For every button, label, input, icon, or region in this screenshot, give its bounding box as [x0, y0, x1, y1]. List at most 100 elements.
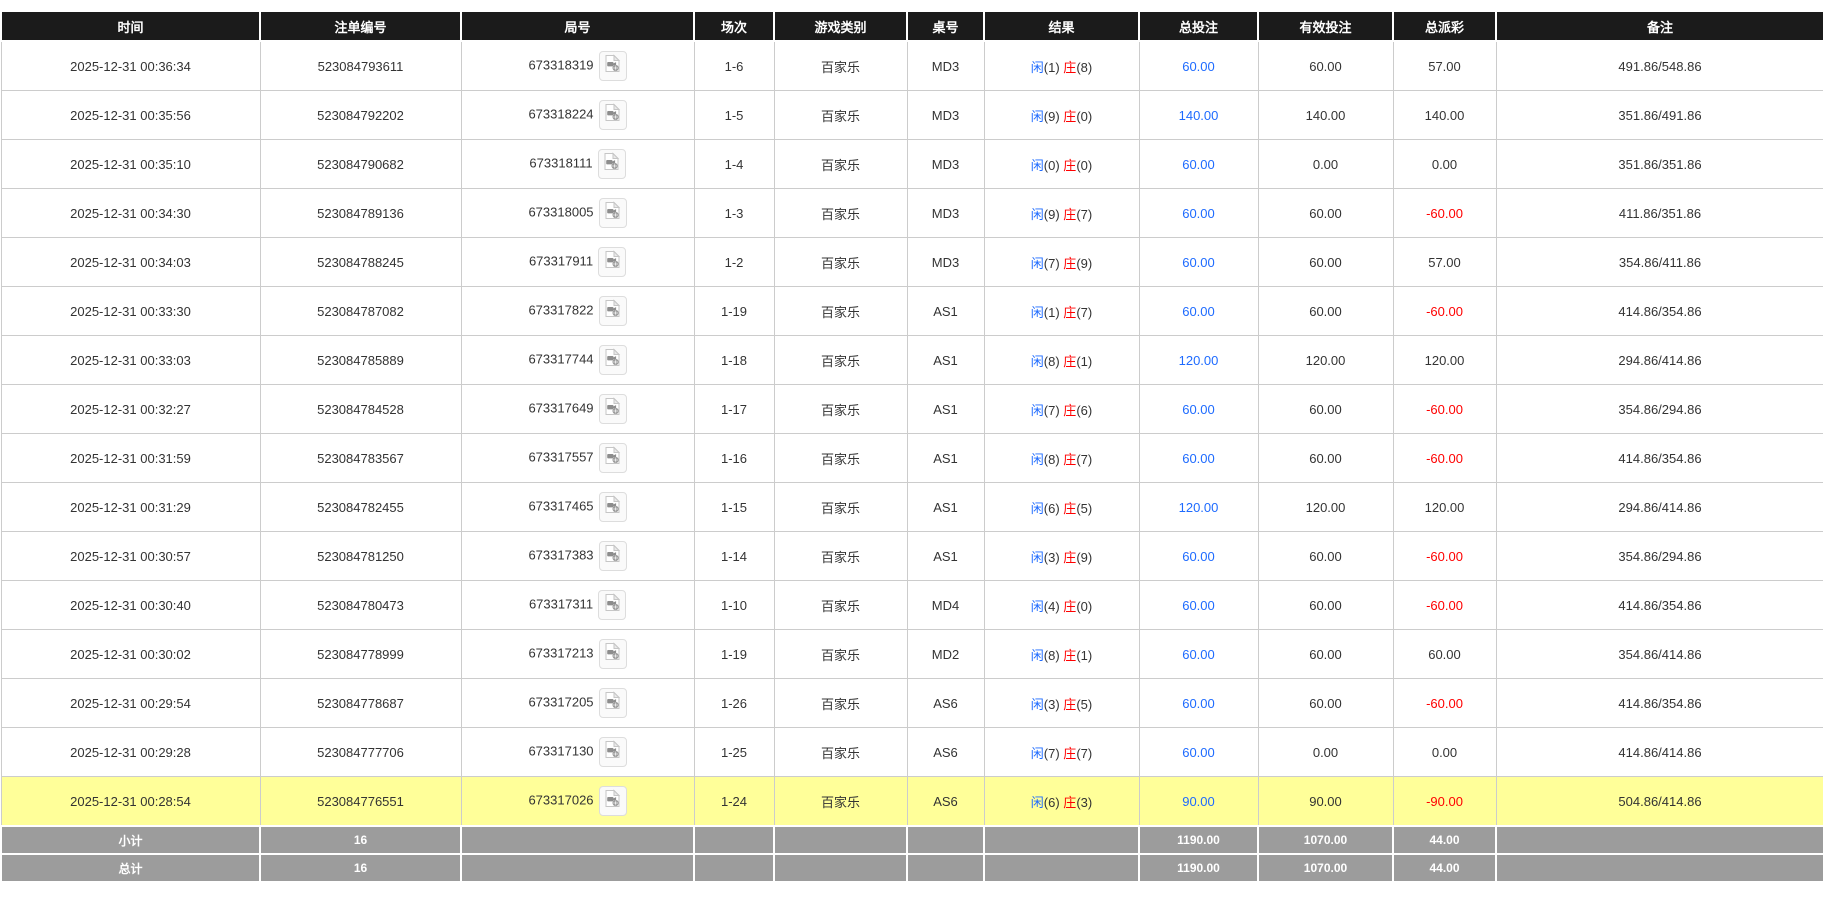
time-cell: 2025-12-31 00:29:28 — [1, 728, 260, 777]
total-bet-link[interactable]: 60.00 — [1182, 598, 1215, 613]
banker-label: 庄 — [1063, 60, 1076, 75]
player-score: (9) — [1044, 207, 1064, 222]
result-cell: 闲(9) 庄(7) — [984, 189, 1139, 238]
table-no-cell: AS1 — [907, 434, 984, 483]
session-cell: 1-16 — [694, 434, 774, 483]
player-score: (8) — [1044, 354, 1064, 369]
total-bet-link[interactable]: 60.00 — [1182, 451, 1215, 466]
banker-label: 庄 — [1063, 403, 1076, 418]
video-replay-button[interactable] — [598, 590, 626, 620]
banker-score: (7) — [1076, 207, 1092, 222]
column-header-payout: 总派彩 — [1393, 11, 1496, 41]
valid-bet-cell: 60.00 — [1258, 385, 1393, 434]
total-bet-link[interactable]: 60.00 — [1182, 745, 1215, 760]
video-replay-button[interactable] — [599, 541, 627, 571]
total-bet-link[interactable]: 60.00 — [1182, 696, 1215, 711]
bet-id-cell: 523084782455 — [260, 483, 461, 532]
total-bet-link[interactable]: 60.00 — [1182, 304, 1215, 319]
table-row[interactable]: 2025-12-31 00:34:03523084788245673317911… — [1, 238, 1823, 287]
video-replay-button[interactable] — [599, 688, 627, 718]
total-bet-link[interactable]: 90.00 — [1182, 794, 1215, 809]
table-row[interactable]: 2025-12-31 00:31:29523084782455673317465… — [1, 483, 1823, 532]
footer-empty-cell — [907, 854, 984, 882]
payout-cell: 140.00 — [1393, 91, 1496, 140]
total-bet-link[interactable]: 60.00 — [1182, 157, 1215, 172]
table-row[interactable]: 2025-12-31 00:35:56523084792202673318224… — [1, 91, 1823, 140]
game-type-cell: 百家乐 — [774, 287, 907, 336]
total-bet-link[interactable]: 60.00 — [1182, 549, 1215, 564]
video-file-icon — [604, 306, 621, 321]
table-no-cell: MD3 — [907, 140, 984, 189]
valid-bet-cell: 60.00 — [1258, 434, 1393, 483]
total-bet-cell: 60.00 — [1139, 189, 1258, 238]
footer-valid-bet: 1070.00 — [1258, 854, 1393, 882]
video-replay-button[interactable] — [598, 149, 626, 179]
table-row[interactable]: 2025-12-31 00:33:03523084785889673317744… — [1, 336, 1823, 385]
payout-cell: -60.00 — [1393, 532, 1496, 581]
player-label: 闲 — [1031, 256, 1044, 271]
time-cell: 2025-12-31 00:32:27 — [1, 385, 260, 434]
round-id: 673318111 — [529, 155, 592, 170]
total-bet-link[interactable]: 120.00 — [1179, 353, 1219, 368]
session-cell: 1-19 — [694, 630, 774, 679]
banker-score: (1) — [1076, 648, 1092, 663]
video-replay-button[interactable] — [599, 786, 627, 816]
video-replay-button[interactable] — [599, 639, 627, 669]
banker-score: (5) — [1076, 501, 1092, 516]
video-replay-button[interactable] — [599, 345, 627, 375]
total-bet-link[interactable]: 140.00 — [1179, 108, 1219, 123]
table-row[interactable]: 2025-12-31 00:30:02523084778999673317213… — [1, 630, 1823, 679]
video-replay-button[interactable] — [599, 737, 627, 767]
payout-cell: 57.00 — [1393, 41, 1496, 91]
video-replay-button[interactable] — [598, 247, 626, 277]
valid-bet-cell: 0.00 — [1258, 140, 1393, 189]
table-row[interactable]: 2025-12-31 00:29:28523084777706673317130… — [1, 728, 1823, 777]
total-bet-link[interactable]: 60.00 — [1182, 402, 1215, 417]
video-replay-button[interactable] — [599, 492, 627, 522]
payout-cell: -60.00 — [1393, 581, 1496, 630]
table-no-cell: AS1 — [907, 287, 984, 336]
total-bet-link[interactable]: 120.00 — [1179, 500, 1219, 515]
player-score: (4) — [1044, 599, 1064, 614]
table-row[interactable]: 2025-12-31 00:30:40523084780473673317311… — [1, 581, 1823, 630]
total-bet-cell: 60.00 — [1139, 238, 1258, 287]
time-cell: 2025-12-31 00:31:59 — [1, 434, 260, 483]
video-replay-button[interactable] — [599, 296, 627, 326]
table-row[interactable]: 2025-12-31 00:33:30523084787082673317822… — [1, 287, 1823, 336]
table-no-cell: MD3 — [907, 91, 984, 140]
time-cell: 2025-12-31 00:30:57 — [1, 532, 260, 581]
table-row[interactable]: 2025-12-31 00:31:59523084783567673317557… — [1, 434, 1823, 483]
video-replay-button[interactable] — [599, 100, 627, 130]
total-bet-link[interactable]: 60.00 — [1182, 59, 1215, 74]
banker-score: (9) — [1076, 550, 1092, 565]
round-cell: 673317026 — [461, 777, 694, 827]
total-bet-link[interactable]: 60.00 — [1182, 255, 1215, 270]
total-bet-cell: 60.00 — [1139, 728, 1258, 777]
table-row[interactable]: 2025-12-31 00:36:34523084793611673318319… — [1, 41, 1823, 91]
round-cell: 673317911 — [461, 238, 694, 287]
table-row[interactable]: 2025-12-31 00:28:54523084776551673317026… — [1, 777, 1823, 827]
session-cell: 1-26 — [694, 679, 774, 728]
payout-cell: 57.00 — [1393, 238, 1496, 287]
banker-score: (9) — [1076, 256, 1092, 271]
table-row[interactable]: 2025-12-31 00:35:10523084790682673318111… — [1, 140, 1823, 189]
column-header-time: 时间 — [1, 11, 260, 41]
video-replay-button[interactable] — [599, 443, 627, 473]
grandtotal-row: 总计161190.001070.0044.00 — [1, 854, 1823, 882]
footer-payout: 44.00 — [1393, 826, 1496, 854]
total-bet-link[interactable]: 60.00 — [1182, 206, 1215, 221]
video-replay-button[interactable] — [599, 198, 627, 228]
result-cell: 闲(4) 庄(0) — [984, 581, 1139, 630]
video-replay-button[interactable] — [599, 394, 627, 424]
table-row[interactable]: 2025-12-31 00:30:57523084781250673317383… — [1, 532, 1823, 581]
table-row[interactable]: 2025-12-31 00:29:54523084778687673317205… — [1, 679, 1823, 728]
video-replay-button[interactable] — [599, 51, 627, 81]
round-id: 673318005 — [528, 204, 593, 219]
player-score: (3) — [1044, 697, 1064, 712]
table-no-cell: MD3 — [907, 189, 984, 238]
total-bet-link[interactable]: 60.00 — [1182, 647, 1215, 662]
round-id: 673317205 — [528, 694, 593, 709]
table-row[interactable]: 2025-12-31 00:32:27523084784528673317649… — [1, 385, 1823, 434]
video-file-icon — [604, 110, 621, 125]
table-row[interactable]: 2025-12-31 00:34:30523084789136673318005… — [1, 189, 1823, 238]
